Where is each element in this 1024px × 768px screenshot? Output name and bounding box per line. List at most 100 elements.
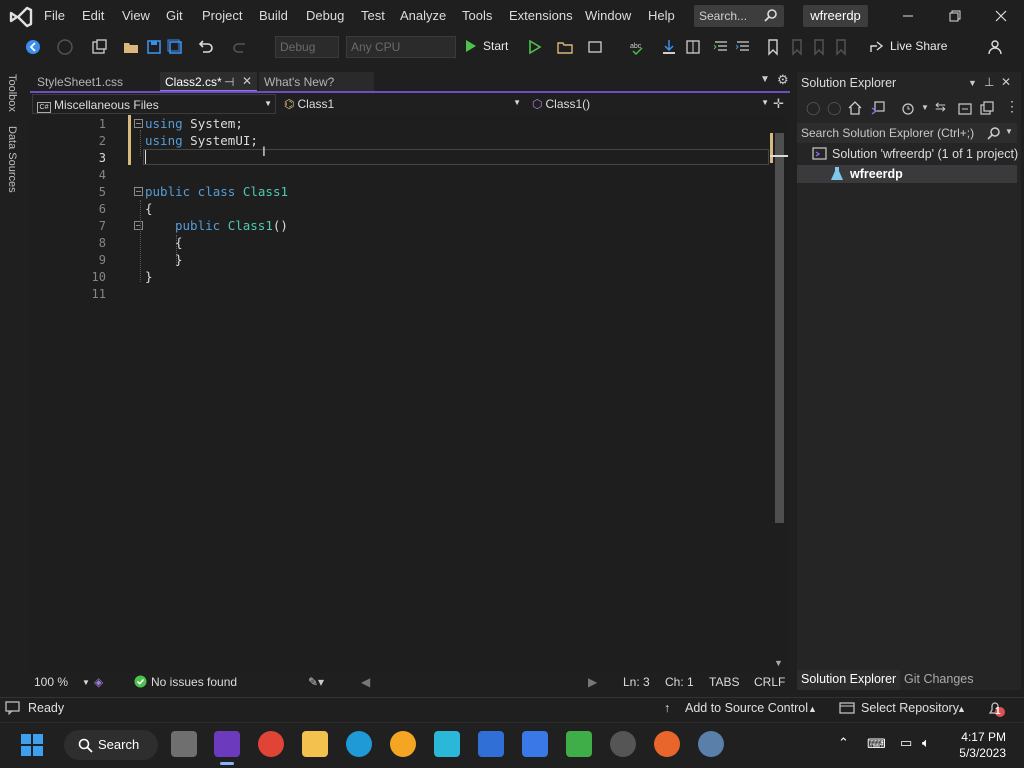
firefox-icon[interactable] (654, 731, 680, 757)
live-share-button[interactable]: Live Share (890, 39, 947, 53)
media-player-icon[interactable] (610, 731, 636, 757)
configuration-combo[interactable]: Debug (275, 36, 339, 58)
show-all-files-icon[interactable] (979, 100, 995, 116)
start-debugging-icon[interactable] (464, 38, 478, 54)
restore-icon[interactable] (945, 6, 965, 26)
code-cleanup-icon[interactable]: ✎▾ (308, 675, 324, 689)
fold-toggle-icon[interactable] (134, 119, 143, 128)
add-to-source-control-button[interactable]: Add to Source Control (685, 701, 808, 715)
weather-icon[interactable] (390, 731, 416, 757)
navigate-back-icon[interactable] (24, 38, 42, 56)
line-ending-indicator[interactable]: CRLF (754, 675, 785, 689)
solution-search-input[interactable]: Search Solution Explorer (Ctrl+;) ▼ (797, 123, 1017, 143)
keyboard-icon[interactable]: ⌨ (867, 736, 886, 752)
visual-studio-taskbar-icon[interactable] (214, 731, 240, 757)
close-icon[interactable] (991, 6, 1011, 26)
data-sources-tab[interactable]: Data Sources (6, 126, 18, 193)
search-box[interactable]: Search... (694, 5, 784, 27)
network-icon[interactable]: ▭ (900, 735, 912, 751)
uncomment-lines-icon[interactable] (734, 38, 752, 56)
solution-tree-item[interactable]: Solution 'wfreerdp' (1 of 1 project) (812, 147, 1018, 161)
menu-git[interactable]: Git (166, 8, 183, 23)
chevron-down-icon[interactable]: ▼ (82, 678, 90, 687)
menu-help[interactable]: Help (648, 8, 675, 23)
panel-options-icon[interactable]: ▼ (968, 78, 977, 88)
next-bookmark-icon[interactable] (810, 38, 828, 56)
tab-overflow-icon[interactable]: ▼ (760, 74, 770, 85)
scrollbar-thumb[interactable] (775, 133, 784, 523)
chrome-icon[interactable] (258, 731, 284, 757)
output-icon[interactable] (5, 701, 20, 715)
comment-lines-icon[interactable] (712, 38, 730, 56)
tab-git-changes[interactable]: Git Changes (900, 672, 977, 690)
menu-extensions[interactable]: Extensions (509, 8, 573, 23)
menu-file[interactable]: File (44, 8, 65, 23)
edge-icon[interactable] (346, 731, 372, 757)
zoom-level[interactable]: 100 % (34, 675, 68, 689)
live-share-icon[interactable] (868, 38, 886, 56)
menu-project[interactable]: Project (202, 8, 242, 23)
undo-icon[interactable] (196, 38, 214, 56)
spell-check-icon[interactable]: abc (628, 38, 646, 56)
taskbar-clock[interactable]: 4:17 PM 5/3/2023 (946, 729, 1006, 761)
toolbox-tab[interactable]: Toolbox (6, 74, 18, 112)
menu-view[interactable]: View (122, 8, 150, 23)
forward-icon[interactable]: ◯ (827, 100, 842, 116)
visual-studio-logo[interactable] (8, 5, 34, 29)
solution-configurations-icon[interactable] (586, 38, 604, 56)
previous-bookmark-icon[interactable] (788, 38, 806, 56)
scroll-down-icon[interactable]: ▼ (774, 658, 783, 668)
scroll-left-icon[interactable]: ◀ (361, 675, 370, 689)
windows-start-icon[interactable] (20, 733, 44, 757)
collapse-all-icon[interactable] (957, 100, 973, 116)
column-indicator[interactable]: Ch: 1 (665, 675, 694, 689)
home-icon[interactable] (847, 100, 863, 116)
copilot-icon[interactable]: ◈ (94, 675, 103, 689)
more-options-icon[interactable]: ⋮ (1005, 98, 1019, 115)
switch-views-icon[interactable] (870, 100, 886, 116)
vscode-icon[interactable] (434, 731, 460, 757)
tab-whats-new[interactable]: What's New? (259, 72, 374, 92)
volume-icon[interactable]: 🔈︎ (922, 735, 930, 751)
menu-build[interactable]: Build (259, 8, 288, 23)
navigate-forward-icon[interactable] (56, 38, 74, 56)
type-nav-combo[interactable]: ⌬ Class1 ▼ (280, 94, 524, 114)
start-button[interactable]: Start (483, 39, 508, 53)
settings-icon[interactable]: ⚙ (777, 72, 789, 88)
tab-class2[interactable]: Class2.cs* ⊣ ✕ (160, 72, 257, 92)
issues-status[interactable]: No issues found (151, 675, 237, 689)
menu-window[interactable]: Window (585, 8, 631, 23)
settings-gear-icon[interactable] (698, 731, 724, 757)
code-editor[interactable] (30, 115, 788, 675)
bookmark-icon[interactable] (764, 38, 782, 56)
chevron-down-icon[interactable]: ▼ (921, 103, 929, 112)
store-icon[interactable] (478, 731, 504, 757)
start-without-debugging-icon[interactable] (526, 38, 544, 56)
project-nav-combo[interactable]: C# Miscellaneous Files ▼ (32, 94, 276, 114)
member-nav-combo[interactable]: ⬡ Class1() ▼ (528, 94, 772, 114)
pending-changes-filter-icon[interactable] (900, 100, 916, 116)
save-icon[interactable] (145, 38, 163, 56)
fold-toggle-icon[interactable] (134, 187, 143, 196)
line-indicator[interactable]: Ln: 3 (623, 675, 650, 689)
open-folder-icon[interactable] (122, 38, 140, 56)
minimize-icon[interactable] (898, 6, 918, 26)
fold-toggle-icon[interactable] (134, 221, 143, 230)
new-project-icon[interactable] (90, 38, 108, 56)
file-explorer-icon[interactable] (302, 731, 328, 757)
step-into-icon[interactable] (660, 38, 678, 56)
indent-mode-indicator[interactable]: TABS (709, 675, 739, 689)
back-icon[interactable]: ◯ (806, 100, 821, 116)
task-view-icon[interactable] (171, 731, 197, 757)
menu-debug[interactable]: Debug (306, 8, 344, 23)
select-repository-button[interactable]: Select Repository (861, 701, 959, 715)
menu-edit[interactable]: Edit (82, 8, 104, 23)
pin-panel-icon[interactable]: ⊥ (984, 75, 994, 89)
platform-combo[interactable]: Any CPU (346, 36, 456, 58)
close-panel-icon[interactable]: ✕ (1001, 75, 1011, 89)
layout-icon[interactable] (684, 38, 702, 56)
taskbar-search[interactable]: Search (64, 730, 158, 760)
close-tab-icon[interactable]: ✕ (242, 74, 252, 88)
tab-stylesheet1[interactable]: StyleSheet1.css (32, 72, 158, 92)
pin-icon[interactable]: ⊣ (224, 75, 234, 89)
